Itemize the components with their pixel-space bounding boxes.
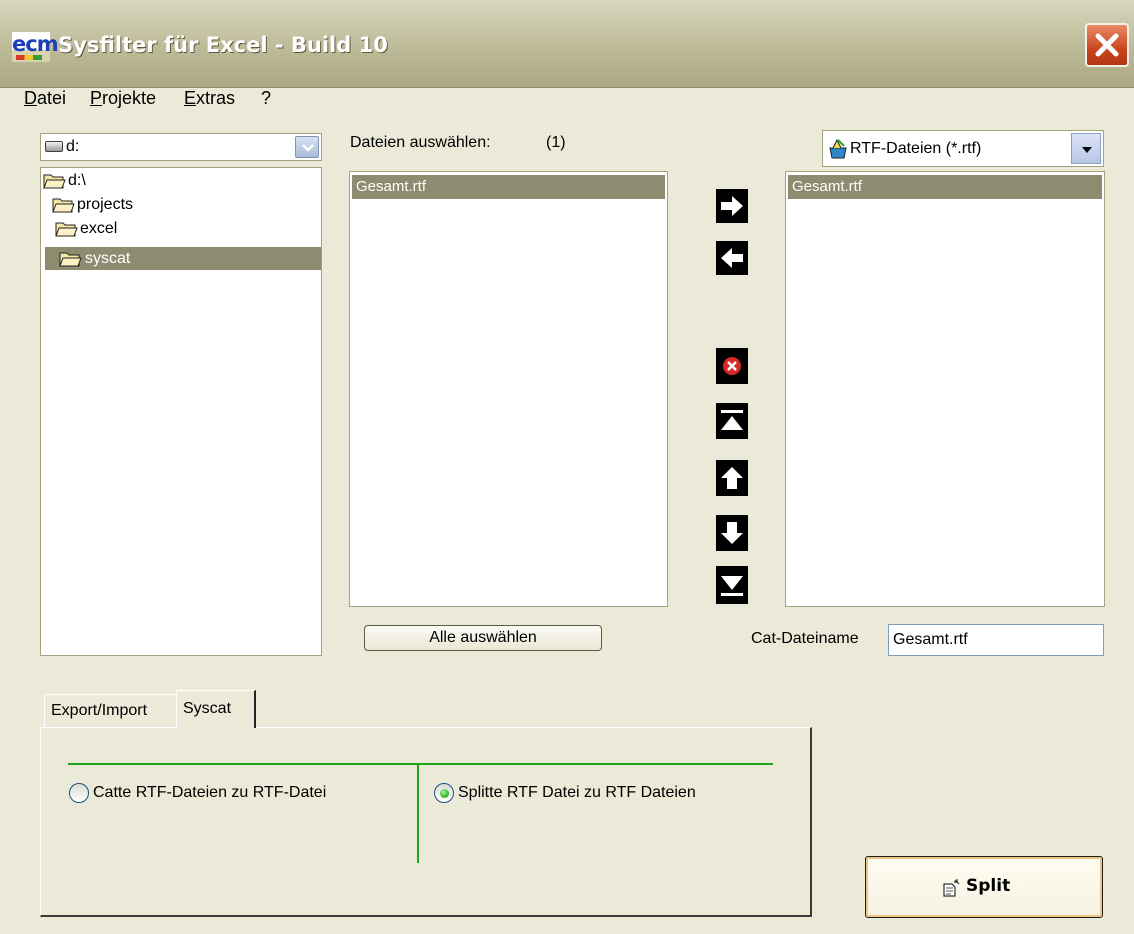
folder-item[interactable]: excel bbox=[55, 217, 255, 240]
folder-label: projects bbox=[77, 196, 134, 213]
folder-item[interactable]: d:\ bbox=[43, 169, 243, 192]
folder-item-selected[interactable]: syscat bbox=[45, 247, 321, 270]
drive-value: d: bbox=[66, 138, 80, 155]
folder-label: excel bbox=[80, 220, 118, 237]
move-top-button[interactable] bbox=[716, 403, 748, 439]
arrow-left-icon bbox=[721, 248, 743, 268]
folder-tree[interactable]: d:\ projects excel syscat bbox=[40, 167, 322, 656]
radio-cat-files[interactable] bbox=[69, 783, 89, 803]
add-file-button[interactable] bbox=[716, 189, 748, 223]
move-up-button[interactable] bbox=[716, 460, 748, 496]
drive-dropdown-button[interactable] bbox=[295, 136, 319, 158]
app-logo: ecm bbox=[12, 32, 59, 62]
file-list[interactable]: Gesamt.rtf bbox=[349, 171, 668, 607]
select-all-button[interactable]: Alle auswählen bbox=[364, 625, 602, 651]
file-type-value: RTF-Dateien (*.rtf) bbox=[850, 140, 982, 157]
list-item[interactable]: Gesamt.rtf bbox=[788, 175, 1102, 199]
radio-cat-files-label: Catte RTF-Dateien zu RTF-Datei bbox=[93, 784, 327, 801]
move-bottom-button[interactable] bbox=[716, 566, 748, 604]
open-folder-icon bbox=[59, 252, 82, 267]
tab-syscat[interactable]: Syscat bbox=[176, 690, 256, 728]
menu-bar: Datei Projekte Extras ? bbox=[0, 88, 1134, 116]
menu-datei[interactable]: Datei bbox=[24, 88, 66, 108]
chevron-down-icon bbox=[1082, 147, 1092, 153]
close-icon bbox=[1095, 33, 1119, 57]
tab-export-import[interactable]: Export/Import bbox=[44, 694, 178, 728]
file-filter-icon bbox=[829, 138, 847, 159]
divider-vertical bbox=[417, 764, 419, 863]
tab-panel-syscat bbox=[40, 727, 812, 917]
delete-icon bbox=[723, 357, 741, 375]
remove-file-button[interactable] bbox=[716, 241, 748, 275]
files-count: (1) bbox=[546, 134, 566, 151]
move-to-bottom-icon bbox=[721, 576, 743, 596]
files-header: Dateien auswählen: bbox=[350, 134, 491, 151]
drive-icon bbox=[45, 141, 63, 152]
folder-item[interactable]: projects bbox=[52, 193, 252, 216]
cat-filename-input[interactable] bbox=[888, 624, 1104, 656]
file-type-dropdown-button[interactable] bbox=[1071, 133, 1101, 164]
arrow-down-icon bbox=[721, 522, 743, 544]
open-folder-icon bbox=[52, 198, 75, 213]
open-folder-icon bbox=[55, 222, 78, 237]
split-button[interactable]: Split bbox=[865, 856, 1103, 918]
drive-select[interactable]: d: bbox=[40, 133, 322, 161]
title-bar[interactable]: ecm Sysfilter für Excel - Build 10 bbox=[0, 0, 1134, 88]
split-button-label: Split bbox=[966, 876, 1011, 896]
arrow-up-icon bbox=[721, 467, 743, 489]
selected-file-list[interactable]: Gesamt.rtf bbox=[785, 171, 1105, 607]
list-item[interactable]: Gesamt.rtf bbox=[352, 175, 665, 199]
radio-split-file[interactable] bbox=[434, 783, 454, 803]
folder-label: syscat bbox=[85, 250, 131, 267]
open-folder-icon bbox=[43, 174, 66, 189]
menu-help[interactable]: ? bbox=[261, 88, 271, 108]
folder-label: d:\ bbox=[68, 172, 86, 189]
cat-filename-label: Cat-Dateiname bbox=[751, 630, 859, 647]
divider-horizontal bbox=[68, 763, 773, 765]
delete-button[interactable] bbox=[716, 348, 748, 384]
move-to-top-icon bbox=[721, 410, 743, 430]
split-icon bbox=[943, 879, 960, 897]
menu-extras[interactable]: Extras bbox=[184, 88, 235, 108]
file-type-select[interactable]: RTF-Dateien (*.rtf) bbox=[822, 130, 1104, 167]
chevron-down-icon bbox=[302, 144, 314, 152]
move-down-button[interactable] bbox=[716, 515, 748, 551]
arrow-right-icon bbox=[721, 196, 743, 216]
close-button[interactable] bbox=[1085, 23, 1129, 67]
window-title: Sysfilter für Excel - Build 10 bbox=[58, 33, 388, 57]
radio-split-file-label: Splitte RTF Datei zu RTF Dateien bbox=[458, 784, 696, 801]
menu-projekte[interactable]: Projekte bbox=[90, 88, 156, 108]
